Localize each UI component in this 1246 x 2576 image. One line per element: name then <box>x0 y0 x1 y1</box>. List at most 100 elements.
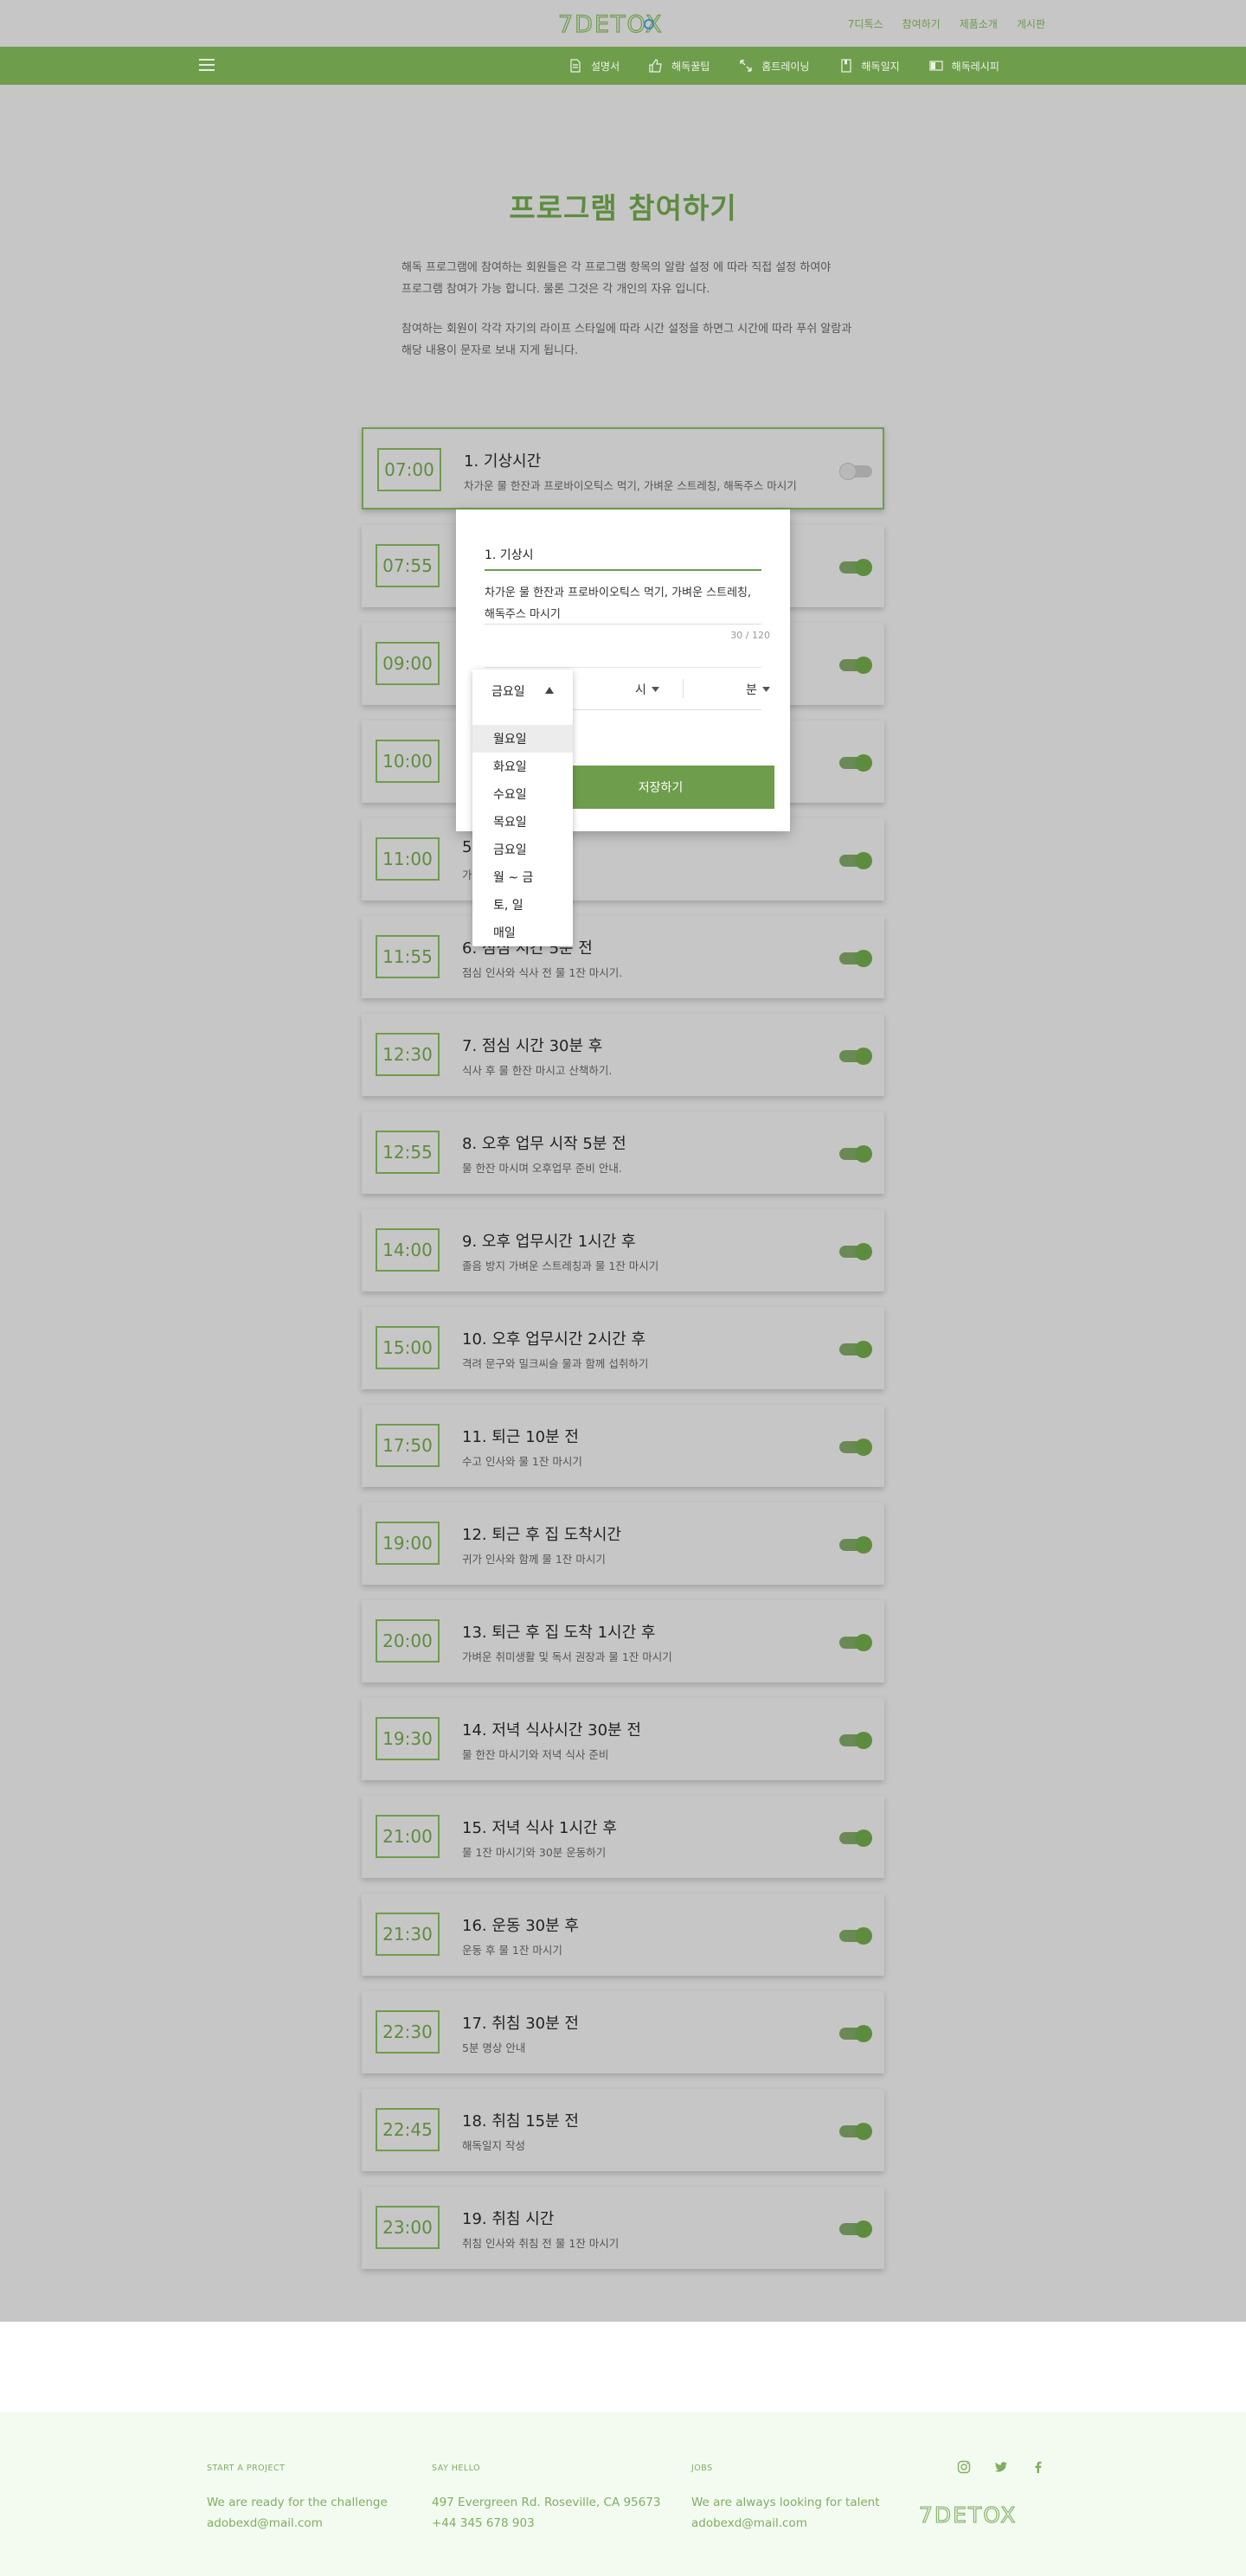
schedule-description: 졸음 방지 가벼운 스트레칭과 물 1잔 마시기 <box>462 1259 659 1272</box>
alarm-toggle[interactable] <box>839 2025 872 2042</box>
schedule-title: 18. 취침 15분 전 <box>462 2112 579 2131</box>
alarm-toggle[interactable] <box>839 2123 872 2140</box>
alarm-toggle[interactable] <box>839 1048 872 1065</box>
day-option[interactable]: 화요일 <box>472 753 573 780</box>
nav-item-journal[interactable]: 해독일지 <box>839 59 900 74</box>
day-option[interactable]: 월 ~ 금 <box>472 863 573 891</box>
alarm-toggle[interactable] <box>839 852 872 869</box>
alarm-toggle[interactable] <box>839 1341 872 1358</box>
schedule-title: 14. 저녁 식사시간 30분 전 <box>462 1721 641 1740</box>
alarm-title-input[interactable]: 1. 기상시 <box>485 546 761 563</box>
nav-item-home-training[interactable]: 홈트레이닝 <box>739 59 810 74</box>
top-link-7detox[interactable]: 7디톡스 <box>848 16 883 31</box>
schedule-description: 식사 후 물 한잔 마시고 산책하기. <box>462 1064 613 1077</box>
footer-email-link[interactable]: adobexd@mail.com <box>691 2513 880 2534</box>
schedule-title: 16. 운동 30분 후 <box>462 1917 579 1935</box>
nav-item-recipe[interactable]: 해독레시피 <box>929 59 999 74</box>
alarm-toggle[interactable] <box>839 1829 872 1847</box>
facebook-icon[interactable] <box>1031 2460 1045 2474</box>
footer-heading: JOBS <box>691 2464 713 2473</box>
schedule-card[interactable]: 19:00 12. 퇴근 후 집 도착시간 귀가 인사와 함께 물 1잔 마시기 <box>362 1503 884 1585</box>
alarm-toggle[interactable] <box>839 1732 872 1749</box>
footer-spacer <box>0 2322 1246 2412</box>
alarm-toggle[interactable] <box>839 559 872 576</box>
nav-item-tips[interactable]: 해독꿀팁 <box>649 59 710 74</box>
schedule-card[interactable]: 19:30 14. 저녁 식사시간 30분 전물 한잔 마시기와 저녁 식사 준비 <box>362 1698 884 1780</box>
alarm-toggle[interactable] <box>839 1243 872 1260</box>
day-option[interactable]: 월요일 <box>472 725 573 753</box>
schedule-card[interactable]: 11:55 6. 점심 시간 5분 전 점심 인사와 식사 전 물 1잔 마시기. <box>362 916 884 998</box>
alarm-toggle[interactable] <box>839 1927 872 1945</box>
schedule-card[interactable]: 15:00 10. 오후 업무시간 2시간 후 격려 문구와 밀크씨슬 물과 함께 … <box>362 1307 884 1389</box>
schedule-card[interactable]: 21:30 16. 운동 30분 후 운동 후 물 1잔 마시기 <box>362 1894 884 1976</box>
day-select-value: 금요일 <box>491 685 525 699</box>
brand-logo[interactable]: 7DETOX <box>558 9 688 38</box>
alarm-toggle[interactable] <box>839 1634 872 1651</box>
alarm-toggle[interactable] <box>839 1439 872 1456</box>
char-counter: 30 / 120 <box>730 630 770 641</box>
alarm-toggle[interactable] <box>839 463 872 480</box>
schedule-time: 22:30 <box>376 2010 440 2054</box>
schedule-card[interactable]: 21:00 15. 저녁 식사 1시간 후물 1잔 마시기와 30분 운동하기 <box>362 1796 884 1878</box>
footer-phone[interactable]: +44 345 678 903 <box>432 2513 660 2534</box>
footer-email-link[interactable]: adobexd@mail.com <box>207 2513 388 2534</box>
schedule-card[interactable]: 14:00 9. 오후 업무시간 1시간 후 졸음 방지 가벼운 스트레칭과 물 1… <box>362 1209 884 1291</box>
alarm-toggle[interactable] <box>839 2220 872 2238</box>
caret-up-icon <box>545 687 554 694</box>
schedule-title: 5 <box>462 838 472 856</box>
schedule-title: 10. 오후 업무시간 2시간 후 <box>462 1330 646 1349</box>
twitter-icon[interactable] <box>994 2460 1008 2474</box>
hamburger-menu-icon[interactable] <box>199 59 215 71</box>
schedule-card[interactable]: 23:00 19. 취침 시간 취침 인사와 취침 전 물 1잔 마시기 <box>362 2187 884 2269</box>
schedule-title: 13. 퇴근 후 집 도착 1시간 후 <box>462 1624 656 1642</box>
save-button[interactable]: 저장하기 <box>547 766 774 809</box>
schedule-card[interactable]: 22:30 17. 취침 30분 전 5분 명상 안내 <box>362 1991 884 2073</box>
top-link-board[interactable]: 게시판 <box>1017 16 1045 31</box>
alarm-toggle[interactable] <box>839 657 872 674</box>
schedule-card[interactable]: 17:50 11. 퇴근 10분 전 수고 인사와 물 1잔 마시기 <box>362 1405 884 1487</box>
day-option[interactable]: 매일 <box>472 919 573 946</box>
nav-item-manual[interactable]: 설명서 <box>568 59 620 74</box>
day-select[interactable]: 금요일 <box>472 670 573 713</box>
alarm-toggle[interactable] <box>839 950 872 967</box>
minute-select-label: 분 <box>746 683 757 697</box>
footer-logo[interactable]: 7DETOX <box>919 2502 1044 2528</box>
alarm-toggle[interactable] <box>839 1145 872 1163</box>
schedule-time: 10:00 <box>376 740 440 783</box>
footer-address: 497 Evergreen Rd. Roseville, CA 95673 <box>432 2496 661 2509</box>
nav-item-label: 해독꿀팁 <box>671 60 710 73</box>
intro-paragraph-1: 해독 프로그램에 참여하는 회원들은 각 프로그램 항목의 알람 설정 에 따라… <box>401 257 869 300</box>
caret-down-icon <box>761 687 770 692</box>
day-option[interactable]: 토, 일 <box>472 891 573 919</box>
divider <box>683 679 684 698</box>
schedule-description: 차가운 물 한잔과 프로바이오틱스 먹기, 가벼운 스트레칭, 해독주스 마시기 <box>464 479 797 492</box>
schedule-card[interactable]: 12:30 7. 점심 시간 30분 후 식사 후 물 한잔 마시고 산책하기. <box>362 1014 884 1096</box>
document-icon <box>570 59 581 73</box>
day-option[interactable]: 목요일 <box>472 808 573 836</box>
schedule-time: 07:00 <box>377 448 441 491</box>
footer: START A PROJECT We are ready for the cha… <box>0 2412 1246 2576</box>
schedule-card[interactable]: 07:00 1. 기상시간 차가운 물 한잔과 프로바이오틱스 먹기, 가벼운 스트… <box>362 427 884 509</box>
journal-icon <box>840 59 851 73</box>
top-link-products[interactable]: 제품소개 <box>960 16 998 31</box>
schedule-card[interactable]: 20:00 13. 퇴근 후 집 도착 1시간 후 가벼운 취미생활 및 독서 권장… <box>362 1600 884 1682</box>
alarm-description-input[interactable]: 차가운 물 한잔과 프로바이오틱스 먹기, 가벼운 스트레칭, 해독주스 마시기 <box>485 582 761 625</box>
day-option[interactable]: 수요일 <box>472 780 573 808</box>
schedule-time: 11:55 <box>376 935 440 978</box>
alarm-toggle[interactable] <box>839 754 872 772</box>
schedule-description: 수고 인사와 물 1잔 마시기 <box>462 1455 582 1468</box>
svg-text:7DETOX: 7DETOX <box>919 2502 1017 2528</box>
nav-item-label: 설명서 <box>591 60 620 73</box>
page-title: 프로그램 참여하기 <box>509 191 737 225</box>
schedule-card[interactable]: 22:45 18. 취침 15분 전 해독일지 작성 <box>362 2089 884 2171</box>
instagram-icon[interactable] <box>957 2460 971 2474</box>
footer-text: We are always looking for talent <box>691 2496 880 2509</box>
schedule-description: 5분 명상 안내 <box>462 2041 526 2054</box>
hour-select[interactable]: 시 <box>635 681 659 698</box>
top-link-participate[interactable]: 참여하기 <box>902 16 941 31</box>
alarm-toggle[interactable] <box>839 1536 872 1554</box>
minute-select[interactable]: 분 <box>746 681 770 698</box>
schedule-card[interactable]: 12:55 8. 오후 업무 시작 5분 전물 한잔 마시며 오후업무 준비 안내… <box>362 1112 884 1194</box>
day-option[interactable]: 금요일 <box>472 836 573 863</box>
schedule-time: 17:50 <box>376 1424 440 1467</box>
